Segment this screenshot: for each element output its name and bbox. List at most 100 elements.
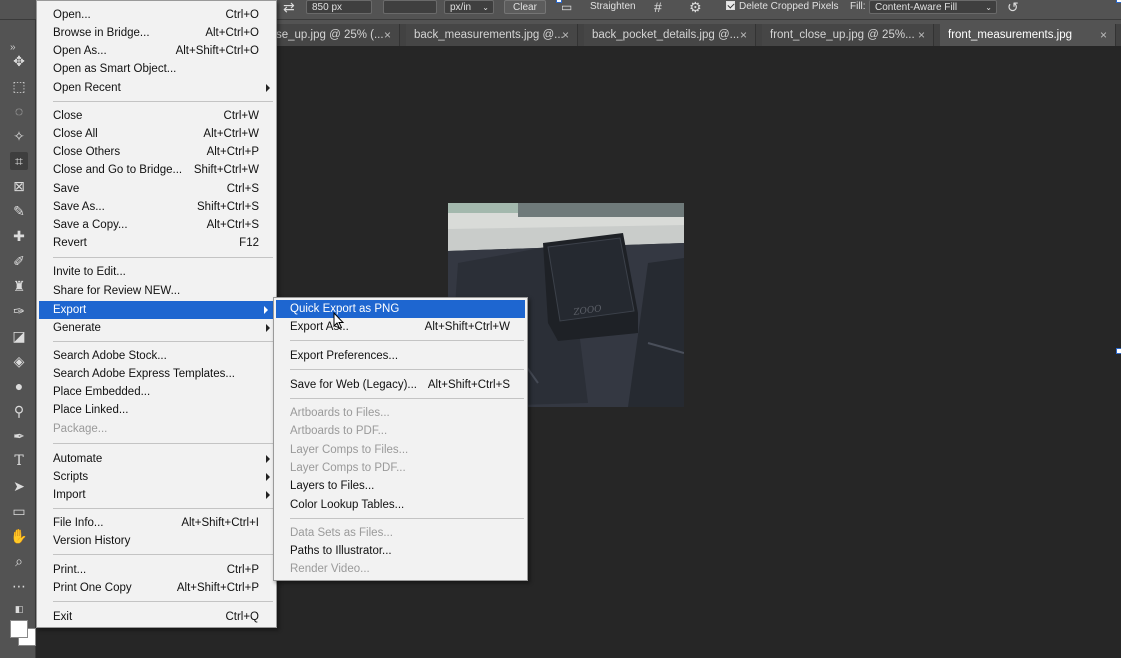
menu-item-open[interactable]: Open... Ctrl+O	[37, 6, 276, 24]
paint-bucket-tool-icon[interactable]: ◈	[10, 352, 28, 370]
hand-tool-icon[interactable]: ✋	[10, 527, 28, 545]
menu-separator	[53, 508, 273, 509]
crop-handle-top[interactable]	[556, 0, 562, 3]
menu-item-label: Place Linked...	[53, 404, 129, 416]
eraser-tool-icon[interactable]: ◪	[10, 327, 28, 345]
menu-item-save-as[interactable]: Save As... Shift+Ctrl+S	[37, 198, 276, 216]
menu-item-paths-to-illustrator[interactable]: Paths to Illustrator...	[274, 542, 527, 560]
width-field[interactable]: 850 px	[306, 0, 372, 14]
menu-item-quick-export-as-png[interactable]: Quick Export as PNG	[276, 300, 525, 318]
menu-item-package: Package...	[37, 420, 276, 438]
menu-item-generate[interactable]: Generate	[37, 319, 276, 337]
menu-item-invite-to-edit[interactable]: Invite to Edit...	[37, 263, 276, 281]
close-icon[interactable]: ×	[562, 24, 569, 46]
reset-icon[interactable]: ↺	[1007, 0, 1019, 14]
menu-item-open-recent[interactable]: Open Recent	[37, 79, 276, 97]
unit-select[interactable]: px/in ⌄	[444, 0, 494, 14]
menu-item-revert[interactable]: Revert F12	[37, 234, 276, 252]
menu-item-close-others[interactable]: Close Others Alt+Ctrl+P	[37, 143, 276, 161]
menu-item-export-as[interactable]: Export As... Alt+Shift+Ctrl+W	[274, 318, 527, 336]
menu-item-share-for-review[interactable]: Share for Review NEW...	[37, 282, 276, 300]
menu-item-export[interactable]: Export	[39, 301, 274, 319]
chevron-down-icon: ⌄	[482, 3, 489, 12]
eyedropper-tool-icon[interactable]: ✎	[10, 202, 28, 220]
frame-tool-icon[interactable]: ⊠	[10, 177, 28, 195]
menu-item-label: Layer Comps to PDF...	[290, 462, 406, 474]
menu-item-version-history[interactable]: Version History	[37, 532, 276, 550]
menu-item-save-a-copy[interactable]: Save a Copy... Alt+Ctrl+S	[37, 216, 276, 234]
menu-item-print[interactable]: Print... Ctrl+P	[37, 561, 276, 579]
lasso-tool-icon[interactable]: ◌	[10, 102, 28, 120]
menu-item-browse-in-bridge[interactable]: Browse in Bridge... Alt+Ctrl+O	[37, 24, 276, 42]
menu-item-place-embedded[interactable]: Place Embedded...	[37, 383, 276, 401]
menu-item-open-as[interactable]: Open As... Alt+Shift+Ctrl+O	[37, 42, 276, 60]
menu-item-label: Layers to Files...	[290, 480, 375, 492]
menu-item-layers-to-files[interactable]: Layers to Files...	[274, 477, 527, 495]
close-icon[interactable]: ×	[740, 24, 747, 46]
menu-item-exit[interactable]: Exit Ctrl+Q	[37, 608, 276, 626]
menu-item-shortcut: Ctrl+W	[223, 110, 259, 122]
menu-item-save[interactable]: Save Ctrl+S	[37, 180, 276, 198]
healing-brush-tool-icon[interactable]: ✚	[10, 227, 28, 245]
clear-button[interactable]: Clear	[504, 0, 546, 14]
grid-overlay-icon[interactable]: #	[654, 0, 662, 14]
menu-item-save-for-web[interactable]: Save for Web (Legacy)... Alt+Shift+Ctrl+S	[274, 376, 527, 394]
menu-item-file-info[interactable]: File Info... Alt+Shift+Ctrl+I	[37, 514, 276, 532]
tab-front-measurements[interactable]: front_measurements.jpg ×	[940, 24, 1116, 46]
menu-item-place-linked[interactable]: Place Linked...	[37, 401, 276, 419]
menu-item-close[interactable]: Close Ctrl+W	[37, 107, 276, 125]
magic-wand-tool-icon[interactable]: ✧	[10, 127, 28, 145]
tab-close-up[interactable]: se_up.jpg @ 25% (... ×	[268, 24, 400, 46]
more-tools-icon[interactable]: ⋯	[10, 577, 28, 595]
crop-tool-icon[interactable]: ⌗	[10, 152, 28, 170]
straighten-label[interactable]: Straighten	[590, 0, 636, 14]
crop-handle-top-right[interactable]	[1116, 0, 1121, 3]
submenu-arrow-icon	[266, 455, 270, 463]
resolution-field[interactable]	[383, 0, 437, 14]
path-selection-tool-icon[interactable]: ➤	[10, 477, 28, 495]
swap-icon[interactable]: ⇄	[283, 0, 295, 14]
menu-item-label: Open As...	[53, 45, 107, 57]
menu-item-close-all[interactable]: Close All Alt+Ctrl+W	[37, 125, 276, 143]
close-icon[interactable]: ×	[384, 24, 391, 46]
crop-handle-right[interactable]	[1116, 348, 1121, 354]
menu-item-close-and-go-to-bridge[interactable]: Close and Go to Bridge... Shift+Ctrl+W	[37, 161, 276, 179]
brush-tool-icon[interactable]: ✐	[10, 252, 28, 270]
zoom-tool-icon[interactable]: ⌕	[10, 552, 28, 570]
tab-back-pocket-details[interactable]: back_pocket_details.jpg @... ×	[584, 24, 756, 46]
fill-select[interactable]: Content-Aware Fill ⌄	[869, 0, 997, 14]
type-tool-icon[interactable]: T	[10, 452, 28, 470]
menu-item-open-as-smart-object[interactable]: Open as Smart Object...	[37, 60, 276, 78]
tab-back-measurements[interactable]: back_measurements.jpg @... ×	[406, 24, 578, 46]
rectangle-tool-icon[interactable]: ▭	[10, 502, 28, 520]
menu-item-render-video: Render Video...	[274, 560, 527, 578]
menu-item-search-adobe-express-templates[interactable]: Search Adobe Express Templates...	[37, 365, 276, 383]
close-icon[interactable]: ×	[918, 24, 925, 46]
menu-item-label: Open Recent	[53, 82, 121, 94]
delete-cropped-checkbox[interactable]: Delete Cropped Pixels	[726, 0, 839, 14]
pen-tool-icon[interactable]: ✒	[10, 427, 28, 445]
menu-item-search-adobe-stock[interactable]: Search Adobe Stock...	[37, 347, 276, 365]
menu-item-automate[interactable]: Automate	[37, 450, 276, 468]
default-colors-icon[interactable]: ◧	[10, 600, 28, 618]
menu-item-export-preferences[interactable]: Export Preferences...	[274, 347, 527, 365]
gear-icon[interactable]: ⚙	[689, 0, 702, 14]
straighten-icon[interactable]: ▭	[561, 0, 572, 14]
menu-item-label: Print...	[53, 564, 87, 576]
menu-item-shortcut: Shift+Ctrl+W	[193, 164, 259, 176]
menu-item-label: Generate	[53, 322, 101, 334]
menu-item-color-lookup-tables[interactable]: Color Lookup Tables...	[274, 496, 527, 514]
marquee-tool-icon[interactable]: ⬚	[10, 77, 28, 95]
foreground-color-swatch[interactable]	[10, 620, 28, 638]
dodge-tool-icon[interactable]: ⚲	[10, 402, 28, 420]
tab-front-close-up[interactable]: front_close_up.jpg @ 25%... ×	[762, 24, 934, 46]
blur-tool-icon[interactable]: ●	[10, 377, 28, 395]
menu-item-scripts[interactable]: Scripts	[37, 468, 276, 486]
history-brush-tool-icon[interactable]: ✑	[10, 302, 28, 320]
move-tool-icon[interactable]: ✥	[10, 52, 28, 70]
delete-cropped-label: Delete Cropped Pixels	[739, 1, 839, 12]
close-icon[interactable]: ×	[1100, 24, 1107, 46]
clone-stamp-tool-icon[interactable]: ♜	[10, 277, 28, 295]
menu-item-print-one-copy[interactable]: Print One Copy Alt+Shift+Ctrl+P	[37, 579, 276, 597]
menu-item-import[interactable]: Import	[37, 486, 276, 504]
